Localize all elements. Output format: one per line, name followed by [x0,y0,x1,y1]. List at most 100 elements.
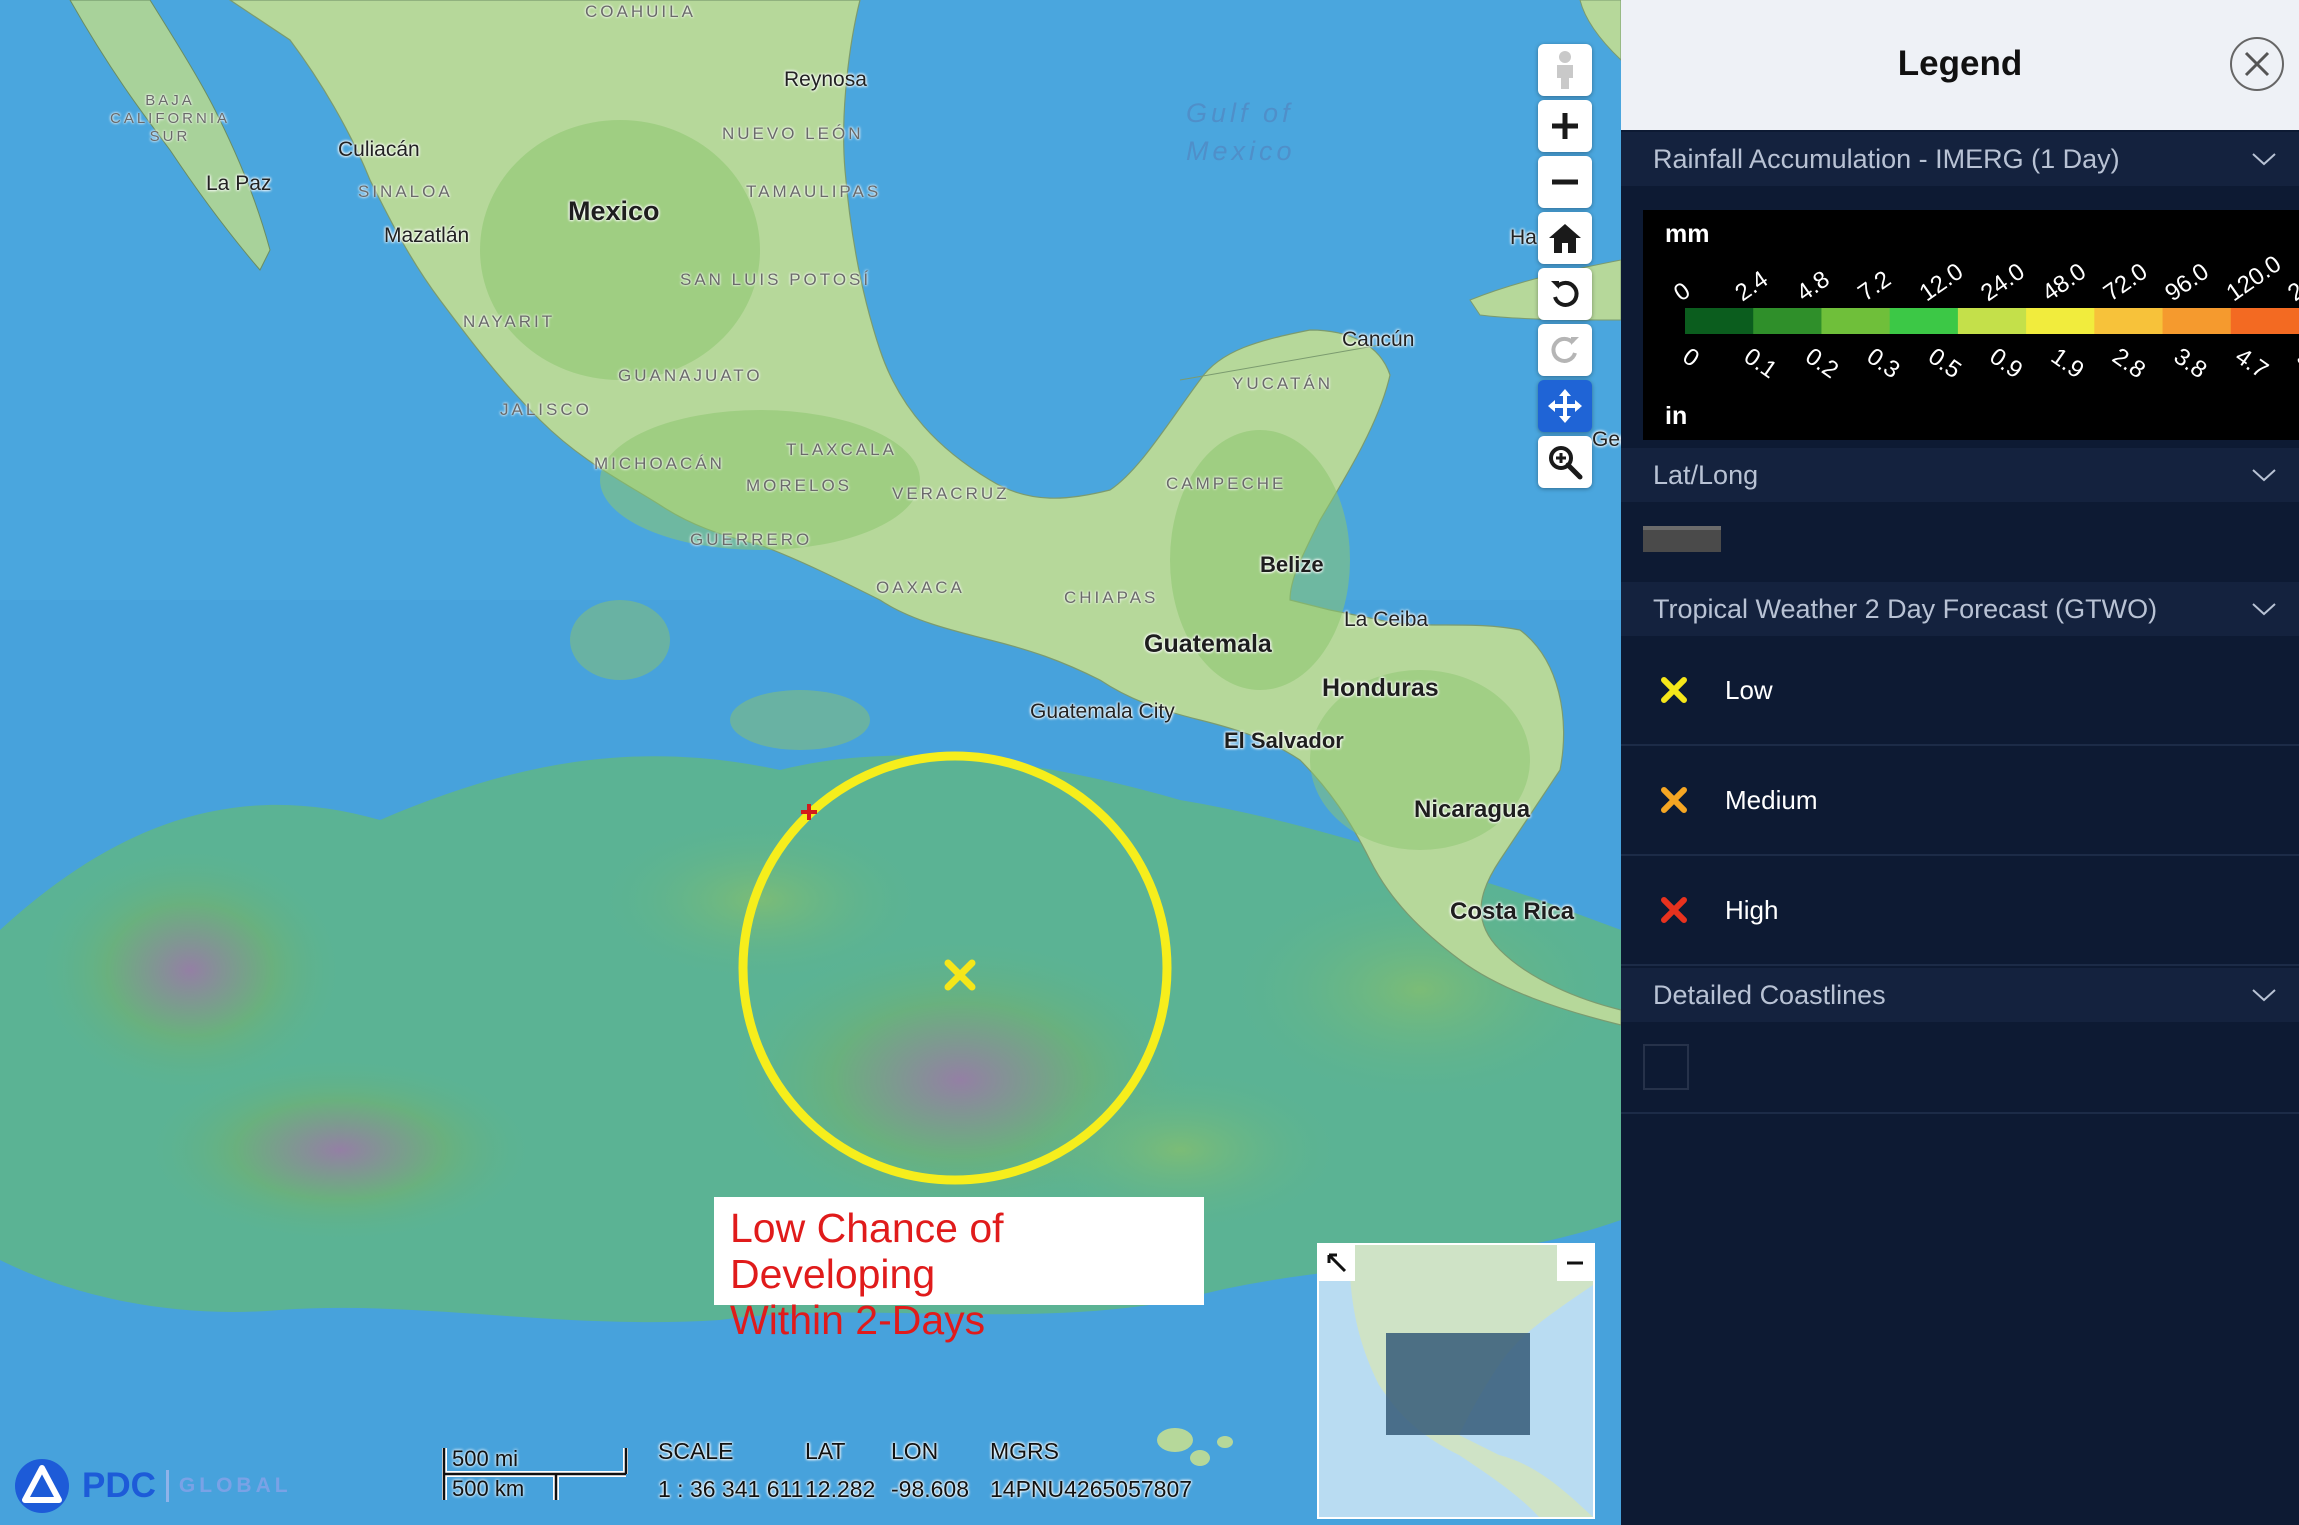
high-marker-icon [1661,897,1687,923]
map-label-coahuila: COAHUILA [585,2,696,21]
zoom-box-icon [1549,446,1583,480]
scale-label: SCALE [658,1438,734,1464]
map-label-guerrero: GUERRERO [690,530,813,549]
colorbar-tick-mm: 96.0 [2160,258,2214,307]
map-label-jalisco: JALISCO [500,400,592,419]
minimize-icon [1567,1261,1583,1265]
home-icon [1549,224,1581,253]
map-label-guatemala: Guatemala [1144,630,1272,658]
map-label-sinaloa: SINALOA [358,182,453,201]
zoom-box-button[interactable] [1538,436,1592,488]
map-label-oaxaca: OAXACA [876,578,965,597]
colorbar-tick-in: 2.8 [2107,343,2150,384]
map-label-guanajuato: GUANAJUATO [618,366,763,385]
map-label-costa-rica: Costa Rica [1450,898,1575,925]
chevron-down-icon [2252,153,2276,166]
rotate-left-button[interactable] [1538,268,1592,320]
pdc-logo[interactable]: PDC GLOBAL [12,1458,292,1514]
section-coastlines-header[interactable]: Detailed Coastlines [1621,968,2299,1022]
lat-label: LAT [805,1438,846,1464]
map-label-reynosa: Reynosa [784,68,867,91]
section-rainfall-body: mm in 0 2.4 4.8 7.2 12.0 24.0 48.0 72.0 96.0 120.… [1621,186,2299,440]
colorbar-tick-in: 9.4 [2292,343,2299,384]
map-view[interactable]: COAHUILA BAJA CALIFORNIA SUR NUEVO LEÓN … [0,0,1621,1525]
section-coastlines-title: Detailed Coastlines [1653,979,1886,1010]
scale-bar: 500 mi 500 km [442,1446,628,1502]
annotation-line-2: Within 2-Days [730,1297,986,1343]
legend-header: Legend [1621,0,2299,130]
gtwo-label-low: Low [1725,674,1773,705]
map-label-la-ceiba: La Ceiba [1344,608,1429,631]
map-label-morelos: MORELOS [746,476,853,495]
zoom-in-icon [1552,113,1578,139]
gtwo-label-high: High [1725,894,1779,925]
colorbar-tick-mm: 12.0 [1915,258,1969,307]
map-label-gulf-of: Gulf of [1186,98,1294,128]
medium-marker-icon [1661,787,1687,813]
colorbar-segment [2026,308,2096,334]
chevron-down-icon [2252,469,2276,482]
close-icon [2244,51,2270,77]
section-gtwo-body: Low Medium High [1621,636,2299,966]
map-label-san-luis-potosi: SAN LUIS POTOSÍ [680,270,872,289]
rotate-right-button[interactable] [1538,324,1592,376]
section-latlong-body [1621,502,2299,582]
colorbar-segment [2094,308,2164,334]
gtwo-item-medium: Medium [1621,746,2299,856]
colorbar-segment [2162,308,2232,334]
colorbar-tick-in: 1.9 [2046,343,2089,384]
zoom-out-button[interactable] [1538,156,1592,208]
pan-icon [1548,389,1582,423]
map-label-tamaulipas: TAMAULIPAS [746,182,882,201]
map-label-geo: Geo [1592,428,1621,451]
colorbar-tick-in: 4.7 [2230,343,2273,384]
colorbar-tick-in: 0.1 [1739,343,1782,384]
section-rainfall-title: Rainfall Accumulation - IMERG (1 Day) [1653,143,2120,174]
section-latlong-header[interactable]: Lat/Long [1621,448,2299,502]
mgrs-label: MGRS [990,1438,1059,1464]
expand-icon [1327,1253,1347,1273]
section-rainfall-header[interactable]: Rainfall Accumulation - IMERG (1 Day) [1621,132,2299,186]
home-button[interactable] [1538,212,1592,264]
colorbar-segment [1753,308,1823,334]
colorbar-segment [1821,308,1891,334]
colorbar-tick-mm: 72.0 [2099,258,2153,307]
map-label-belize: Belize [1260,552,1324,577]
zoom-in-button[interactable] [1538,100,1592,152]
logo-divider [165,1470,169,1502]
map-label-guatemala-city: Guatemala City [1030,700,1175,723]
colorbar-segment [1889,308,1959,334]
map-label-campeche: CAMPECHE [1166,474,1287,493]
map-label-baja-california-sur: BAJA CALIFORNIA SUR [109,92,230,145]
map-label-chiapas: CHIAPAS [1064,588,1159,607]
lon-label: LON [891,1438,939,1464]
map-label-gulf-mexico: Mexico [1186,136,1296,166]
low-marker-icon [1661,677,1687,703]
overview-map[interactable] [1317,1243,1595,1519]
colorbar-segment [1685,308,1755,334]
map-label-el-salvador: El Salvador [1224,728,1344,753]
colorbar-tick-in: 3.8 [2169,343,2212,384]
street-view-button[interactable] [1538,44,1592,96]
forecast-annotation: Low Chance of Developing Within 2-Days [714,1197,1204,1343]
overview-viewport [1386,1333,1530,1435]
street-view-icon [1557,51,1573,89]
mgrs-value: 14PNU4265057807 [990,1476,1193,1502]
map-label-culiacan: Culiacán [338,138,420,161]
colorbar-tick-mm: 0 [1669,277,1695,307]
close-legend-button[interactable] [2230,37,2284,91]
rainfall-colorbar: 0 2.4 4.8 7.2 12.0 24.0 48.0 72.0 96.0 120.0240.0… [1669,250,2299,384]
legend-title: Legend [1897,44,2023,83]
map-label-veracruz: VERACRUZ [892,484,1010,503]
rainfall-colorbar-panel: mm in 0 2.4 4.8 7.2 12.0 24.0 48.0 72.0 96.0 120.… [1643,210,2299,440]
overview-expand-button[interactable] [1319,1245,1355,1281]
colorbar-tick-mm: 4.8 [1792,266,1835,307]
colorbar-tick-mm: 24.0 [1976,258,2030,307]
lon-value: -98.608 [891,1476,970,1502]
colorbar-segment [2230,308,2299,334]
pan-button[interactable] [1538,380,1592,432]
overview-minimize-button[interactable] [1557,1245,1593,1281]
rotate-right-icon [1551,336,1579,363]
section-gtwo-header[interactable]: Tropical Weather 2 Day Forecast (GTWO) [1621,582,2299,636]
chevron-down-icon [2252,989,2276,1002]
